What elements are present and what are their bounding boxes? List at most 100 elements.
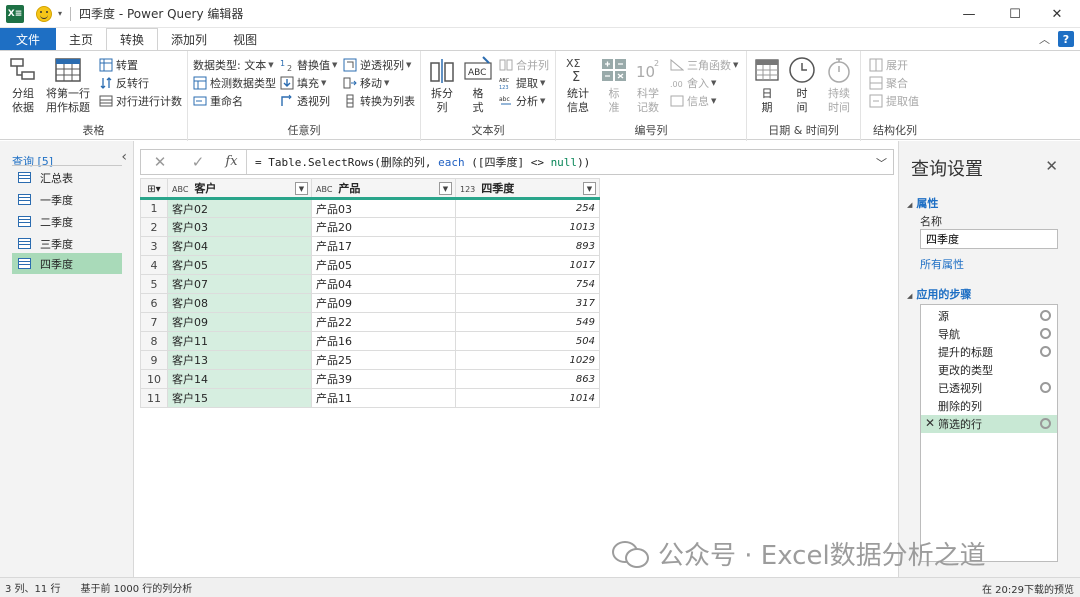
transpose-button[interactable]: 转置 bbox=[99, 56, 138, 74]
cell-product[interactable]: 产品25 bbox=[311, 350, 456, 370]
tab-home[interactable]: 主页 bbox=[56, 28, 106, 50]
rename-button[interactable]: 重命名 bbox=[193, 92, 243, 110]
cell-product[interactable]: 产品16 bbox=[311, 331, 456, 351]
applied-step[interactable]: 已透视列 bbox=[921, 379, 1057, 397]
help-icon[interactable]: ? bbox=[1058, 31, 1074, 47]
number-type-icon[interactable]: 123 bbox=[460, 185, 475, 194]
all-properties-link[interactable]: 所有属性 bbox=[920, 256, 964, 272]
query-item-q1[interactable]: 一季度 bbox=[12, 189, 122, 210]
statistics-button[interactable]: XΣ Σ 统计 信息 bbox=[562, 55, 594, 115]
row-number[interactable]: 6 bbox=[140, 293, 168, 313]
cell-product[interactable]: 产品39 bbox=[311, 369, 456, 389]
applied-step[interactable]: 更改的类型 bbox=[921, 361, 1057, 379]
row-number[interactable]: 5 bbox=[140, 274, 168, 294]
duration-button[interactable]: 持续 时间 bbox=[823, 55, 855, 115]
step-settings-gear-icon[interactable] bbox=[1040, 382, 1051, 393]
cell-q4[interactable]: 549 bbox=[455, 312, 600, 332]
row-number[interactable]: 8 bbox=[140, 331, 168, 351]
scientific-button[interactable]: 10 2 科学 记数 bbox=[632, 55, 664, 115]
applied-step[interactable]: ✕ 筛选的行 bbox=[921, 415, 1057, 433]
column-filter-dropdown-icon[interactable]: ▼ bbox=[439, 182, 452, 195]
format-button[interactable]: ABC 格 式 bbox=[463, 55, 493, 115]
tab-view[interactable]: 视图 bbox=[220, 28, 270, 50]
table-menu-button[interactable]: ⊞▾ bbox=[140, 178, 168, 200]
cell-product[interactable]: 产品05 bbox=[311, 255, 456, 275]
row-number[interactable]: 7 bbox=[140, 312, 168, 332]
close-settings-icon[interactable]: ✕ bbox=[1045, 157, 1058, 175]
date-button[interactable]: 日 期 bbox=[753, 55, 781, 115]
text-type-icon[interactable]: ABC bbox=[316, 185, 332, 194]
cell-product[interactable]: 产品04 bbox=[311, 274, 456, 294]
cell-customer[interactable]: 客户09 bbox=[167, 312, 312, 332]
query-item-summary[interactable]: 汇总表 bbox=[12, 167, 122, 188]
extract-values-button[interactable]: 提取值 bbox=[869, 92, 919, 110]
cell-customer[interactable]: 客户11 bbox=[167, 331, 312, 351]
cell-product[interactable]: 产品17 bbox=[311, 236, 456, 256]
applied-steps-section-header[interactable]: 应用的步骤 bbox=[907, 286, 971, 302]
cell-q4[interactable]: 754 bbox=[455, 274, 600, 294]
extract-button[interactable]: ABC 123 提取 ▼ bbox=[499, 74, 545, 92]
to-list-button[interactable]: 转换为列表 bbox=[343, 92, 415, 110]
use-first-row-button[interactable]: 将第一行 用作标题 bbox=[42, 55, 94, 115]
collapse-pane-icon[interactable]: ‹ bbox=[121, 149, 127, 165]
cell-customer[interactable]: 客户07 bbox=[167, 274, 312, 294]
cell-q4[interactable]: 863 bbox=[455, 369, 600, 389]
column-header-product[interactable]: ABC 产品 ▼ bbox=[311, 178, 456, 200]
merge-columns-button[interactable]: 合并列 bbox=[499, 56, 549, 74]
row-number[interactable]: 3 bbox=[140, 236, 168, 256]
minimize-button[interactable]: — bbox=[946, 0, 992, 28]
properties-section-header[interactable]: 属性 bbox=[907, 195, 938, 211]
delete-step-icon[interactable]: ✕ bbox=[925, 416, 935, 430]
cell-product[interactable]: 产品09 bbox=[311, 293, 456, 313]
cell-product[interactable]: 产品11 bbox=[311, 388, 456, 408]
cell-customer[interactable]: 客户14 bbox=[167, 369, 312, 389]
cell-product[interactable]: 产品20 bbox=[311, 217, 456, 237]
detect-type-button[interactable]: 检测数据类型 bbox=[193, 74, 276, 92]
step-settings-gear-icon[interactable] bbox=[1040, 328, 1051, 339]
cell-q4[interactable]: 893 bbox=[455, 236, 600, 256]
query-item-q3[interactable]: 三季度 bbox=[12, 233, 122, 254]
query-item-q2[interactable]: 二季度 bbox=[12, 211, 122, 232]
data-type-dropdown[interactable]: 数据类型: 文本 ▼ bbox=[193, 56, 274, 74]
maximize-button[interactable]: ☐ bbox=[992, 0, 1038, 28]
text-type-icon[interactable]: ABC bbox=[172, 185, 188, 194]
row-number[interactable]: 9 bbox=[140, 350, 168, 370]
expand-formula-icon[interactable]: ﹀ bbox=[876, 155, 887, 171]
rounding-button[interactable]: .00 舍入 ▼ bbox=[670, 74, 716, 92]
cancel-formula-icon[interactable]: ✕ bbox=[141, 153, 179, 171]
cell-q4[interactable]: 1014 bbox=[455, 388, 600, 408]
cell-customer[interactable]: 客户03 bbox=[167, 217, 312, 237]
cell-customer[interactable]: 客户05 bbox=[167, 255, 312, 275]
column-header-q4[interactable]: 123 四季度 ▼ bbox=[455, 178, 600, 200]
cell-customer[interactable]: 客户08 bbox=[167, 293, 312, 313]
count-rows-button[interactable]: 对行进行计数 bbox=[99, 92, 182, 110]
fx-icon[interactable]: fx bbox=[217, 150, 247, 174]
split-column-button[interactable]: 拆分 列 bbox=[427, 55, 457, 115]
applied-step[interactable]: 提升的标题 bbox=[921, 343, 1057, 361]
step-settings-gear-icon[interactable] bbox=[1040, 418, 1051, 429]
cell-product[interactable]: 产品03 bbox=[311, 198, 456, 218]
expand-button[interactable]: 展开 bbox=[869, 56, 908, 74]
tab-add-column[interactable]: 添加列 bbox=[158, 28, 220, 50]
unpivot-button[interactable]: 逆透视列 ▼ bbox=[343, 56, 411, 74]
cell-q4[interactable]: 317 bbox=[455, 293, 600, 313]
cell-customer[interactable]: 客户15 bbox=[167, 388, 312, 408]
trigonometry-button[interactable]: 三角函数 ▼ bbox=[670, 56, 738, 74]
cell-q4[interactable]: 1013 bbox=[455, 217, 600, 237]
tab-transform[interactable]: 转换 bbox=[106, 28, 159, 50]
applied-step[interactable]: 导航 bbox=[921, 325, 1057, 343]
cell-q4[interactable]: 1029 bbox=[455, 350, 600, 370]
cell-customer[interactable]: 客户04 bbox=[167, 236, 312, 256]
cell-q4[interactable]: 254 bbox=[455, 198, 600, 218]
cell-customer[interactable]: 客户02 bbox=[167, 198, 312, 218]
confirm-formula-icon[interactable]: ✓ bbox=[179, 153, 217, 171]
column-header-customer[interactable]: ABC 客户 ▼ bbox=[167, 178, 312, 200]
time-button[interactable]: 时 间 bbox=[787, 55, 817, 115]
smiley-feedback-icon[interactable] bbox=[36, 5, 52, 22]
move-button[interactable]: 移动 ▼ bbox=[343, 74, 389, 92]
pivot-button[interactable]: 透视列 bbox=[280, 92, 330, 110]
row-number[interactable]: 1 bbox=[140, 198, 168, 218]
query-name-input[interactable] bbox=[920, 229, 1058, 249]
fill-button[interactable]: 填充 ▼ bbox=[280, 74, 326, 92]
row-number[interactable]: 2 bbox=[140, 217, 168, 237]
